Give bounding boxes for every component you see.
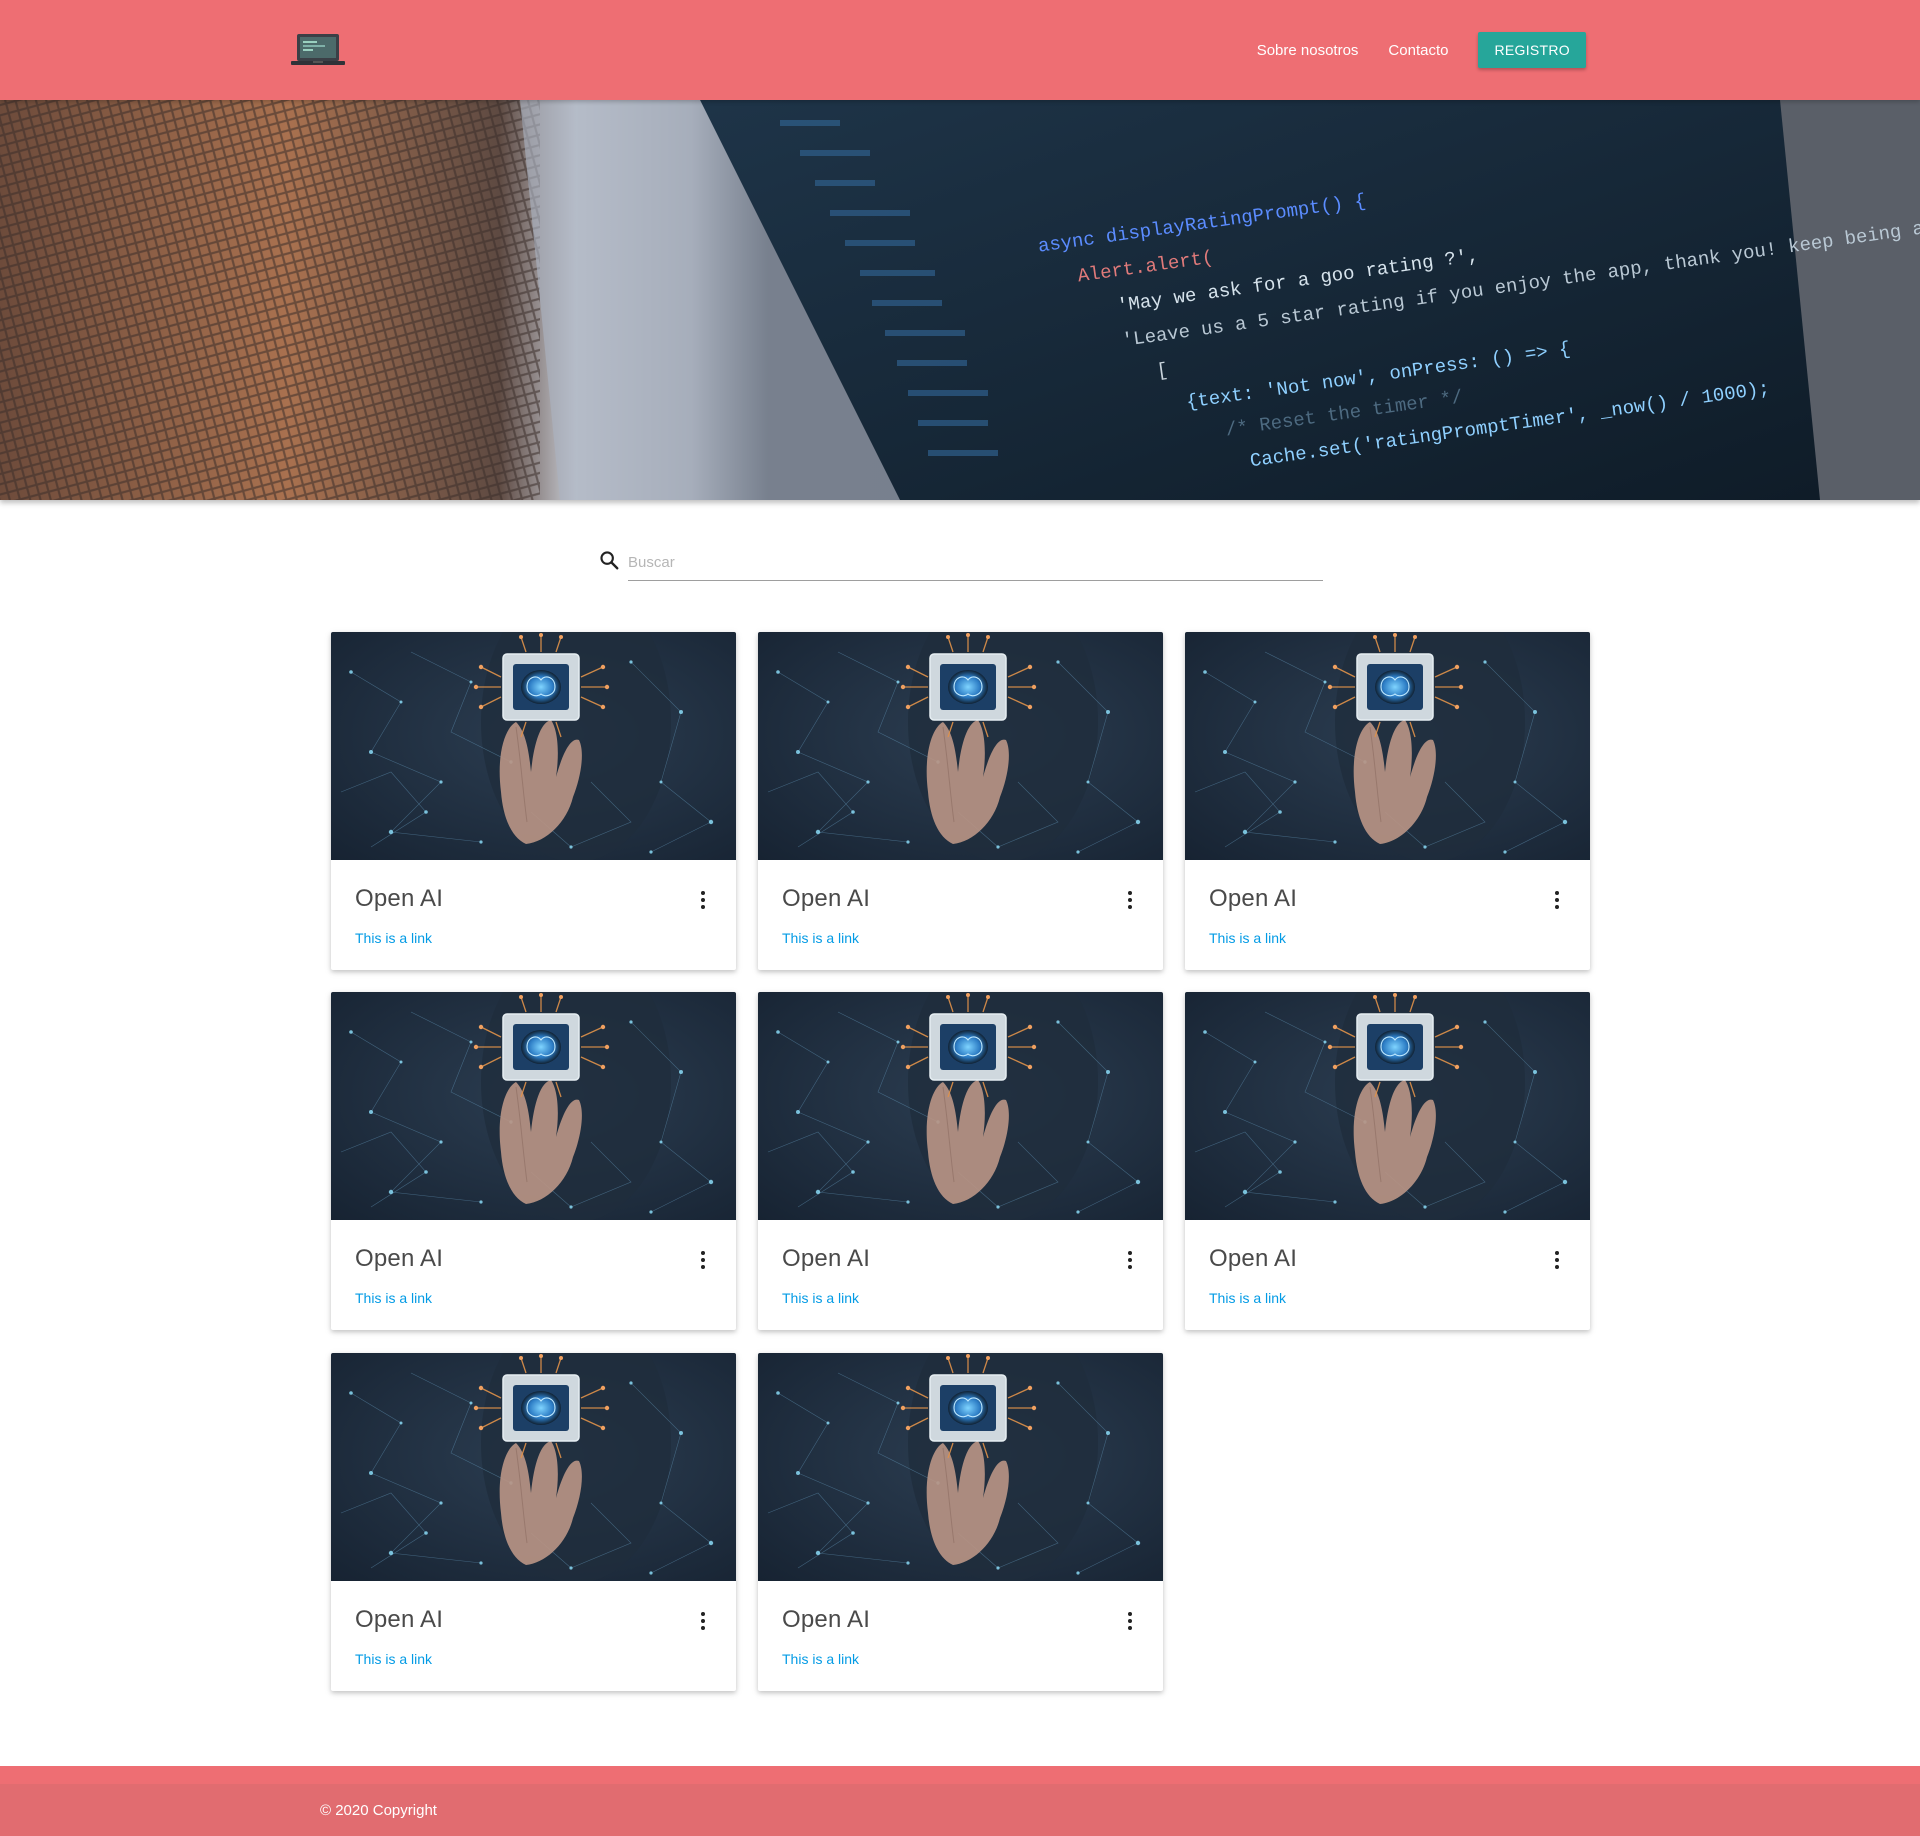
navbar: Sobre nosotros Contacto REGISTRO bbox=[0, 0, 1920, 100]
search-input[interactable] bbox=[628, 545, 1323, 581]
card-title: Open AI bbox=[1209, 1245, 1298, 1272]
search-bar bbox=[598, 545, 1323, 581]
nav-link-contacto[interactable]: Contacto bbox=[1388, 42, 1448, 59]
more-vert-icon[interactable] bbox=[1545, 1248, 1569, 1272]
card-link[interactable]: This is a link bbox=[1209, 1290, 1286, 1306]
card-link[interactable]: This is a link bbox=[782, 1290, 859, 1306]
search-icon bbox=[598, 549, 620, 571]
more-vert-icon[interactable] bbox=[691, 888, 715, 912]
card: Open AI This is a link bbox=[1185, 632, 1590, 970]
registro-button[interactable]: REGISTRO bbox=[1478, 32, 1586, 68]
card: Open AI This is a link bbox=[331, 632, 736, 970]
card: Open AI This is a link bbox=[331, 1353, 736, 1691]
card-link[interactable]: This is a link bbox=[355, 930, 432, 946]
footer-copyright-bar bbox=[0, 1784, 1920, 1836]
card-image[interactable] bbox=[758, 992, 1163, 1220]
card: Open AI This is a link bbox=[1185, 992, 1590, 1330]
card-title: Open AI bbox=[355, 1606, 444, 1633]
card-image[interactable] bbox=[758, 632, 1163, 860]
laptop-icon[interactable] bbox=[289, 32, 347, 68]
card-link[interactable]: This is a link bbox=[1209, 930, 1286, 946]
card: Open AI This is a link bbox=[758, 632, 1163, 970]
copyright-text: © 2020 Copyright bbox=[320, 1802, 437, 1819]
card-title: Open AI bbox=[782, 1606, 871, 1633]
nav-links: Sobre nosotros Contacto REGISTRO bbox=[1227, 0, 1586, 100]
card-image[interactable] bbox=[331, 992, 736, 1220]
more-vert-icon[interactable] bbox=[1118, 888, 1142, 912]
card-image[interactable] bbox=[1185, 992, 1590, 1220]
more-vert-icon[interactable] bbox=[1118, 1248, 1142, 1272]
card-title: Open AI bbox=[1209, 885, 1298, 912]
card-image[interactable] bbox=[331, 1353, 736, 1581]
card-link[interactable]: This is a link bbox=[355, 1651, 432, 1667]
more-vert-icon[interactable] bbox=[1545, 888, 1569, 912]
card-link[interactable]: This is a link bbox=[355, 1290, 432, 1306]
card-link[interactable]: This is a link bbox=[782, 1651, 859, 1667]
card-title: Open AI bbox=[355, 1245, 444, 1272]
hero-banner: async displayRatingPrompt() { Alert.aler… bbox=[0, 100, 1920, 500]
card-image[interactable] bbox=[1185, 632, 1590, 860]
card: Open AI This is a link bbox=[758, 992, 1163, 1330]
card-title: Open AI bbox=[782, 885, 871, 912]
footer: © 2020 Copyright bbox=[0, 1766, 1920, 1836]
card: Open AI This is a link bbox=[758, 1353, 1163, 1691]
card-title: Open AI bbox=[782, 1245, 871, 1272]
card-link[interactable]: This is a link bbox=[782, 930, 859, 946]
card: Open AI This is a link bbox=[331, 992, 736, 1330]
card-title: Open AI bbox=[355, 885, 444, 912]
card-image[interactable] bbox=[758, 1353, 1163, 1581]
more-vert-icon[interactable] bbox=[1118, 1609, 1142, 1633]
nav-link-sobre-nosotros[interactable]: Sobre nosotros bbox=[1257, 42, 1359, 59]
more-vert-icon[interactable] bbox=[691, 1248, 715, 1272]
card-image[interactable] bbox=[331, 632, 736, 860]
more-vert-icon[interactable] bbox=[691, 1609, 715, 1633]
